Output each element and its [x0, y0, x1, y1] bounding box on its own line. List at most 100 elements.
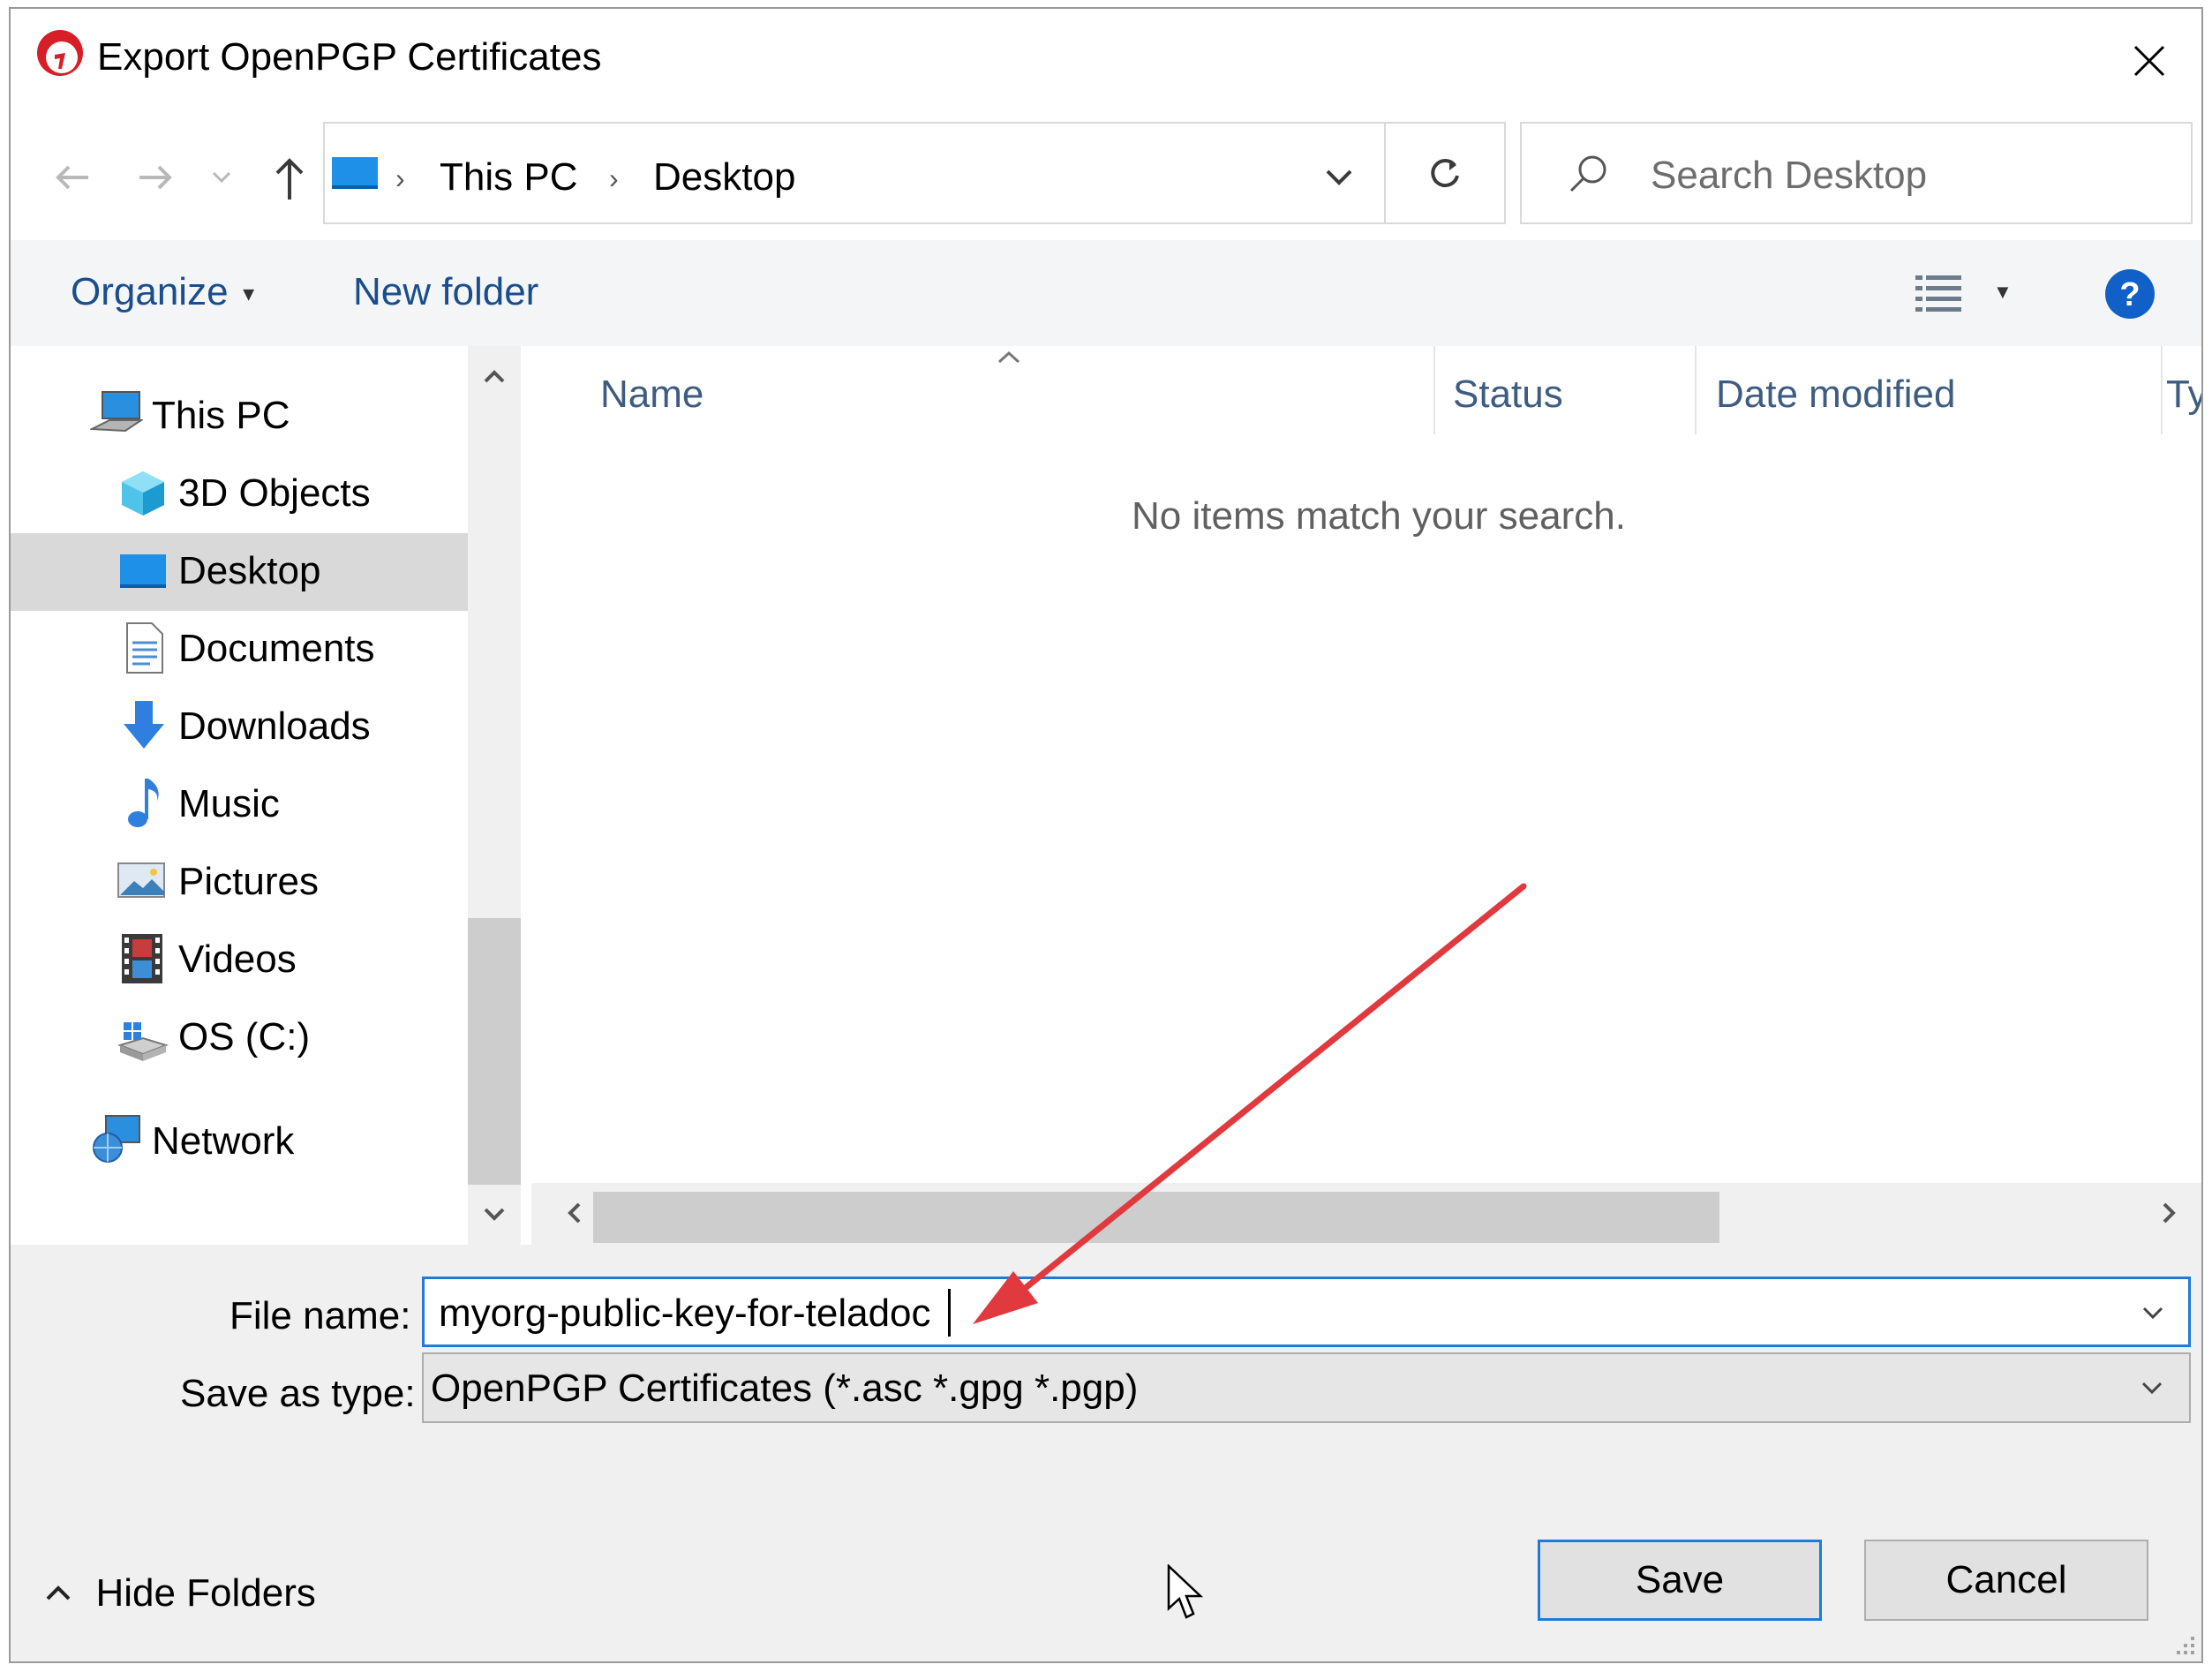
- address-history-button[interactable]: [1317, 159, 1361, 194]
- 3d-objects-icon: [118, 468, 168, 517]
- close-button[interactable]: [2118, 30, 2180, 92]
- file-list-pane: Name Status Date modified Ty No items ma…: [531, 346, 2201, 1245]
- svg-text:?: ?: [2119, 276, 2140, 313]
- sort-ascending-icon: [996, 346, 1022, 367]
- network-icon: [90, 1112, 143, 1165]
- desktop-icon: [118, 553, 168, 591]
- column-divider[interactable]: [1695, 346, 1697, 434]
- chevron-down-icon: [484, 1208, 505, 1221]
- column-header-date-modified[interactable]: Date modified: [1716, 373, 1955, 417]
- sidebar-item-network[interactable]: Network: [11, 1103, 468, 1181]
- sidebar-item-label: Pictures: [178, 860, 319, 903]
- documents-icon: [122, 621, 166, 674]
- sidebar-scrollbar-thumb[interactable]: [468, 918, 521, 1185]
- window-title: Export OpenPGP Certificates: [97, 35, 602, 79]
- scroll-left-button[interactable]: [560, 1199, 588, 1227]
- chevron-down-icon: [2141, 1382, 2163, 1395]
- sidebar-item-os-c[interactable]: OS (C:): [11, 999, 468, 1077]
- sidebar-item-label: Desktop: [178, 549, 321, 592]
- command-toolbar: Organize ▼ New folder ▼ ?: [11, 240, 2201, 346]
- pictures-icon: [117, 862, 166, 900]
- save-button[interactable]: Save: [1538, 1540, 1822, 1621]
- recent-locations-button[interactable]: [208, 164, 235, 191]
- arrow-up-icon: [275, 158, 304, 200]
- export-dialog: Export OpenPGP Certificates › This PC › …: [9, 7, 2203, 1663]
- scroll-right-button[interactable]: [2156, 1199, 2184, 1227]
- save-as-type-dropdown-button[interactable]: [2136, 1372, 2168, 1404]
- help-icon: ?: [2105, 269, 2155, 319]
- file-name-label: File name:: [229, 1294, 411, 1337]
- address-bar[interactable]: › This PC › Desktop: [323, 122, 1506, 224]
- sidebar-item-downloads[interactable]: Downloads: [11, 689, 468, 766]
- file-list-hscrollbar-thumb[interactable]: [593, 1192, 1719, 1243]
- organize-label: Organize: [71, 270, 229, 313]
- music-icon: [125, 775, 166, 830]
- file-name-dropdown-button[interactable]: [2137, 1297, 2169, 1329]
- details-view-icon: [1915, 275, 1961, 312]
- chevron-up-icon: [484, 370, 505, 383]
- column-header-status[interactable]: Status: [1453, 373, 1563, 417]
- chevron-down-icon: [1326, 169, 1352, 185]
- sidebar-item-label: Music: [178, 782, 280, 825]
- resize-grip-icon[interactable]: [2170, 1630, 2196, 1656]
- hide-folders-button[interactable]: Hide Folders: [41, 1571, 316, 1616]
- chevron-up-icon: [46, 1585, 71, 1600]
- refresh-button[interactable]: [1384, 122, 1506, 224]
- back-button[interactable]: [46, 155, 99, 200]
- cancel-button[interactable]: Cancel: [1864, 1540, 2148, 1621]
- title-bar: Export OpenPGP Certificates: [11, 9, 2201, 115]
- sidebar-item-pictures[interactable]: Pictures: [11, 844, 468, 922]
- sidebar-item-desktop[interactable]: Desktop: [11, 533, 468, 611]
- sidebar-item-music[interactable]: Music: [11, 766, 468, 844]
- view-options-button[interactable]: ▼: [1912, 270, 2013, 320]
- sidebar-item-this-pc[interactable]: This PC: [11, 378, 468, 456]
- hide-folders-label: Hide Folders: [95, 1571, 316, 1615]
- column-divider[interactable]: [2161, 346, 2163, 434]
- column-header-type[interactable]: Ty: [2166, 373, 2201, 417]
- sidebar-item-label: Network: [152, 1119, 295, 1163]
- breadcrumb-separator-icon: ›: [609, 162, 619, 194]
- forward-button[interactable]: [129, 155, 182, 200]
- downloads-icon: [122, 699, 166, 752]
- arrow-right-icon: [139, 165, 172, 190]
- search-icon: [1564, 150, 1614, 200]
- scroll-up-button[interactable]: [480, 362, 508, 390]
- desktop-location-icon: [330, 155, 380, 191]
- save-as-type-select[interactable]: OpenPGP Certificates (*.asc *.gpg *.pgp): [422, 1352, 2191, 1423]
- scroll-down-button[interactable]: [480, 1201, 508, 1229]
- organize-button[interactable]: Organize ▼: [71, 270, 259, 314]
- refresh-icon: [1431, 159, 1459, 188]
- breadcrumb-desktop[interactable]: Desktop: [653, 155, 795, 200]
- navigation-pane: This PC 3D Objects Desktop Documents Dow…: [11, 346, 468, 1245]
- column-header-name[interactable]: Name: [600, 373, 703, 417]
- mouse-pointer-icon: [1167, 1563, 1206, 1623]
- help-button[interactable]: ?: [2104, 268, 2156, 320]
- sidebar-item-3d-objects[interactable]: 3D Objects: [11, 456, 468, 533]
- search-input[interactable]: Search Desktop: [1651, 154, 1927, 198]
- save-as-type-value: OpenPGP Certificates (*.asc *.gpg *.pgp): [431, 1367, 1139, 1410]
- file-name-field[interactable]: myorg-public-key-for-teladoc: [422, 1277, 2191, 1347]
- chevron-right-icon: [2163, 1202, 2176, 1224]
- breadcrumb-this-pc[interactable]: This PC: [440, 155, 577, 200]
- up-button[interactable]: [263, 152, 316, 205]
- breadcrumb-separator-icon: ›: [395, 162, 405, 194]
- sidebar-item-label: Videos: [178, 938, 297, 981]
- text-caret: [948, 1289, 951, 1337]
- new-folder-button[interactable]: New folder: [353, 270, 538, 314]
- dropdown-caret-icon: ▼: [238, 282, 259, 305]
- chevron-down-icon: [212, 171, 231, 184]
- sidebar-item-documents[interactable]: Documents: [11, 611, 468, 689]
- app-logo-icon: [35, 28, 85, 78]
- file-name-input[interactable]: myorg-public-key-for-teladoc: [439, 1292, 931, 1336]
- computer-icon: [88, 388, 145, 438]
- sidebar-item-videos[interactable]: Videos: [11, 922, 468, 999]
- dropdown-caret-icon: ▼: [1993, 281, 2013, 303]
- sidebar-item-label: Documents: [178, 627, 375, 670]
- search-box[interactable]: Search Desktop: [1520, 122, 2193, 224]
- arrow-left-icon: [56, 165, 88, 190]
- column-divider[interactable]: [1433, 346, 1435, 434]
- sidebar-item-label: This PC: [152, 394, 290, 437]
- save-as-type-label: Save as type:: [180, 1372, 416, 1415]
- chevron-left-icon: [568, 1202, 581, 1224]
- chevron-down-icon: [2142, 1307, 2163, 1320]
